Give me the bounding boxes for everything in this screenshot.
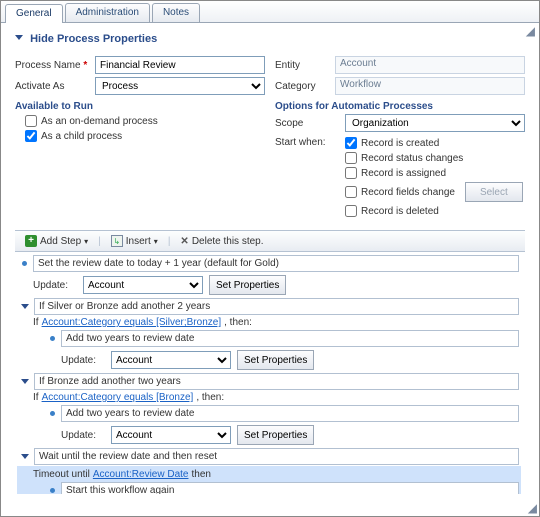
condition-link[interactable]: Account:Category equals [Bronze]: [42, 392, 194, 403]
chk-on-demand[interactable]: As an on-demand process: [25, 115, 265, 127]
chk-on-demand-label: As an on-demand process: [41, 116, 158, 127]
chk-child-process[interactable]: As a child process: [25, 130, 265, 142]
chevron-down-icon: ▾: [84, 237, 88, 246]
entity-label: Entity: [275, 60, 335, 71]
chk-record-deleted[interactable]: Record is deleted: [345, 205, 525, 217]
set-properties-button[interactable]: Set Properties: [237, 350, 314, 370]
then-suffix: , then:: [224, 317, 252, 328]
tab-administration[interactable]: Administration: [65, 3, 150, 22]
step-description[interactable]: Add two years to review date: [61, 405, 519, 422]
available-to-run-header: Available to Run: [15, 101, 265, 112]
update-label: Update:: [61, 355, 105, 366]
expand-icon[interactable]: [21, 454, 29, 459]
chk-record-assigned[interactable]: Record is assigned: [345, 167, 525, 179]
category-label: Category: [275, 81, 335, 92]
bullet-icon: [50, 488, 55, 493]
if-prefix: If: [33, 317, 39, 328]
chk-child-process-box[interactable]: [25, 130, 37, 142]
resize-grip-icon[interactable]: ◢: [528, 502, 537, 514]
condition-link[interactable]: Account:Category equals [Silver;Bronze]: [42, 317, 222, 328]
process-name-label: Process Name *: [15, 60, 95, 71]
insert-icon: ↳: [111, 235, 123, 247]
chevron-down-icon: ▾: [154, 237, 158, 246]
bullet-icon: [50, 411, 55, 416]
category-field: Workflow: [335, 77, 525, 95]
if-prefix: If: [33, 392, 39, 403]
chevron-down-icon: [15, 35, 23, 40]
step-description[interactable]: Add two years to review date: [61, 330, 519, 347]
startwhen-label: Start when:: [275, 134, 345, 148]
wait-condition-link[interactable]: Account:Review Date: [93, 469, 189, 480]
update-entity-select[interactable]: Account: [111, 426, 231, 444]
activate-as-label: Activate As: [15, 81, 95, 92]
chk-record-status[interactable]: Record status changes: [345, 152, 525, 164]
chk-record-created[interactable]: Record is created: [345, 137, 525, 149]
update-entity-select[interactable]: Account: [83, 276, 203, 294]
plus-icon: +: [25, 235, 37, 247]
tab-notes[interactable]: Notes: [152, 3, 200, 22]
activate-as-select[interactable]: Process: [95, 77, 265, 95]
step-description[interactable]: Wait until the review date and then rese…: [34, 448, 519, 465]
update-label: Update:: [61, 430, 105, 441]
options-header: Options for Automatic Processes: [275, 101, 525, 112]
update-label: Update:: [33, 280, 77, 291]
section-toggle[interactable]: Hide Process Properties: [15, 33, 525, 45]
then-suffix: then: [191, 469, 210, 480]
step-description[interactable]: Set the review date to today + 1 year (d…: [33, 255, 519, 272]
step-description[interactable]: Start this workflow again: [61, 482, 519, 494]
expand-icon[interactable]: [21, 304, 29, 309]
insert-button[interactable]: ↳ Insert ▾: [107, 234, 162, 248]
bullet-icon: [22, 261, 27, 266]
set-properties-button[interactable]: Set Properties: [237, 425, 314, 445]
step-description[interactable]: If Silver or Bronze add another 2 years: [34, 298, 519, 315]
then-suffix: , then:: [196, 392, 224, 403]
process-name-input[interactable]: [95, 56, 265, 74]
close-icon: ✕: [180, 236, 188, 247]
timeout-prefix: Timeout until: [33, 469, 90, 480]
step-description[interactable]: If Bronze add another two years: [34, 373, 519, 390]
scope-select[interactable]: Organization: [345, 114, 525, 132]
bullet-icon: [50, 336, 55, 341]
delete-step-button[interactable]: ✕ Delete this step.: [176, 235, 267, 248]
select-fields-button[interactable]: Select: [465, 182, 523, 202]
chk-fields-change[interactable]: [345, 186, 357, 198]
chk-on-demand-box[interactable]: [25, 115, 37, 127]
chk-fields-change-label: Record fields change: [361, 187, 455, 198]
add-step-button[interactable]: + Add Step ▾: [21, 234, 92, 248]
update-entity-select[interactable]: Account: [111, 351, 231, 369]
scope-label: Scope: [275, 118, 345, 129]
entity-field: Account: [335, 56, 525, 74]
section-title-label: Hide Process Properties: [30, 33, 157, 45]
expand-icon[interactable]: [21, 379, 29, 384]
chk-child-process-label: As a child process: [41, 131, 122, 142]
set-properties-button[interactable]: Set Properties: [209, 275, 286, 295]
tab-general[interactable]: General: [5, 4, 63, 23]
